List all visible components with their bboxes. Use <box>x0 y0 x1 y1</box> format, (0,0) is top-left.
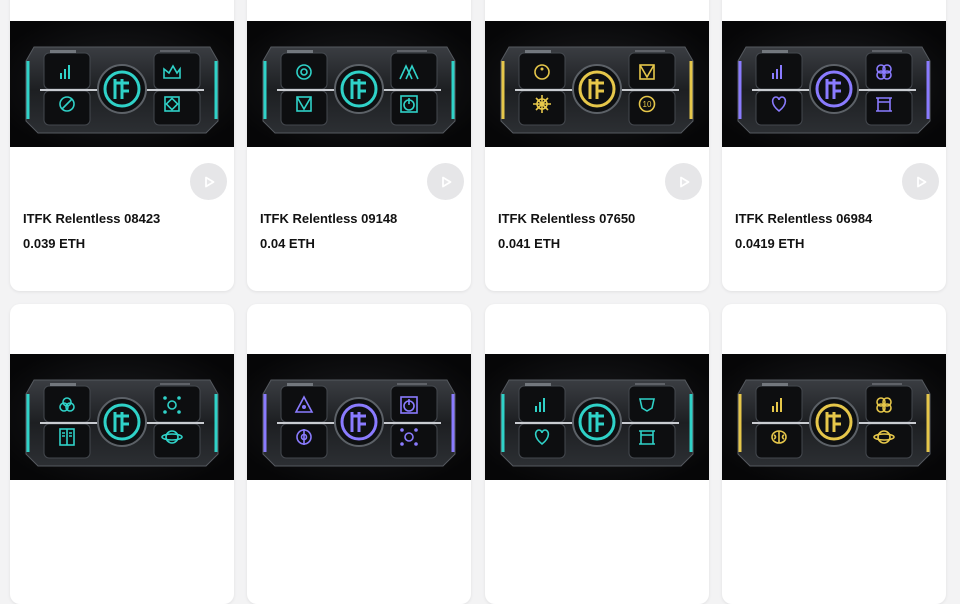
play-button[interactable] <box>190 163 227 200</box>
nft-price: 0.04 ETH <box>260 236 315 251</box>
play-icon <box>679 176 689 187</box>
nft-title[interactable]: ITFK Relentless 09148 <box>260 211 397 226</box>
nft-title[interactable]: ITFK Relentless 08423 <box>23 211 160 226</box>
play-button[interactable] <box>427 163 464 200</box>
play-button[interactable] <box>902 163 939 200</box>
play-icon <box>441 176 451 187</box>
nft-preview-image[interactable] <box>10 354 234 480</box>
nft-card[interactable]: ITFK Relentless 140400.0419 ETH <box>247 304 471 604</box>
nft-card[interactable]: ITFK Relentless 187670.042 ETH <box>722 304 946 604</box>
nft-price: 0.039 ETH <box>23 236 86 251</box>
nft-preview-image[interactable] <box>722 21 946 147</box>
play-icon <box>916 176 926 187</box>
nft-preview-image[interactable] <box>485 354 709 480</box>
svg-text:10: 10 <box>643 100 652 109</box>
nft-preview-image[interactable] <box>247 354 471 480</box>
nft-card[interactable]: ITFK Relentless 08423 0.039 ETH <box>10 0 234 291</box>
nft-card[interactable]: ITFK Relentless 079480.0419 ETH <box>10 304 234 604</box>
nft-preview-image[interactable] <box>10 21 234 147</box>
nft-price: 0.0419 ETH <box>735 236 805 251</box>
play-icon <box>204 176 214 187</box>
nft-preview-image[interactable] <box>247 21 471 147</box>
play-button[interactable] <box>665 163 702 200</box>
nft-card[interactable]: ITFK Relentless 09148 0.04 ETH <box>247 0 471 291</box>
nft-preview-image[interactable]: 10 <box>485 21 709 147</box>
nft-card[interactable]: ITFK Relentless 164360.0419 ETH <box>485 304 709 604</box>
nft-preview-image[interactable] <box>722 354 946 480</box>
nft-card[interactable]: ITFK Relentless 06984 0.0419 ETH <box>722 0 946 291</box>
nft-card[interactable]: 10 ITFK Relentless 07650 0.041 ETH <box>485 0 709 291</box>
nft-price: 0.041 ETH <box>498 236 561 251</box>
nft-title[interactable]: ITFK Relentless 06984 <box>735 211 872 226</box>
nft-title[interactable]: ITFK Relentless 07650 <box>498 211 635 226</box>
